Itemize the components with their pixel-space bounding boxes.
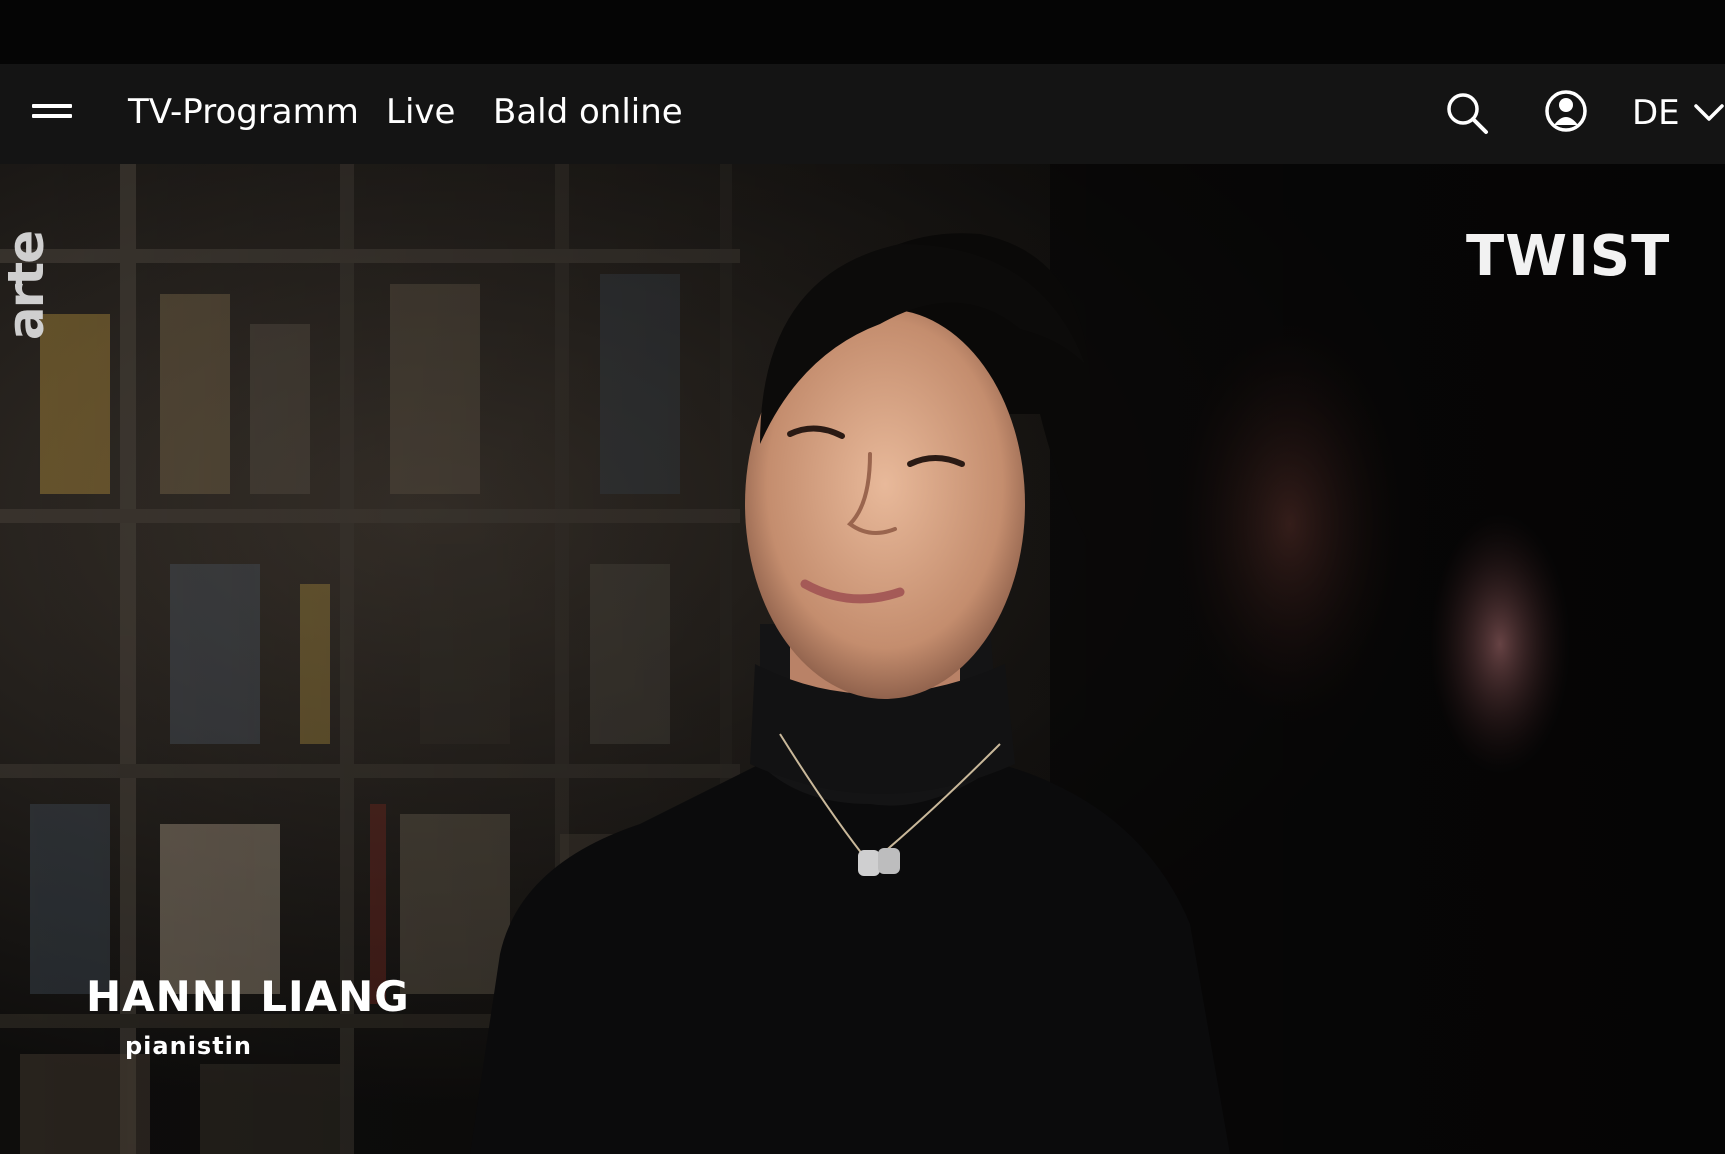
nav-link-bald-online[interactable]: Bald online [493,90,683,134]
chevron-down-icon [1693,104,1724,121]
nav-link-live[interactable]: Live [386,90,455,134]
lower-third-name: HANNI LIANG [86,972,410,1021]
language-selector[interactable]: DE [1632,90,1724,136]
lower-third-role: pianistin [125,1032,252,1060]
video-player[interactable]: arte TWIST HANNI LIANG pianistin [0,164,1725,1154]
search-icon[interactable] [1444,90,1490,136]
arte-channel-logo: arte [0,231,55,341]
user-account-icon[interactable] [1544,89,1588,133]
top-letterbox-strip [0,0,1725,64]
nav-link-tv-programm[interactable]: TV-Programm [128,90,359,134]
show-logo: TWIST [1466,224,1671,289]
top-navigation-bar: TV-Programm Live Bald online DE [0,64,1725,164]
hamburger-menu-icon[interactable] [30,98,74,130]
language-label: DE [1632,93,1680,133]
